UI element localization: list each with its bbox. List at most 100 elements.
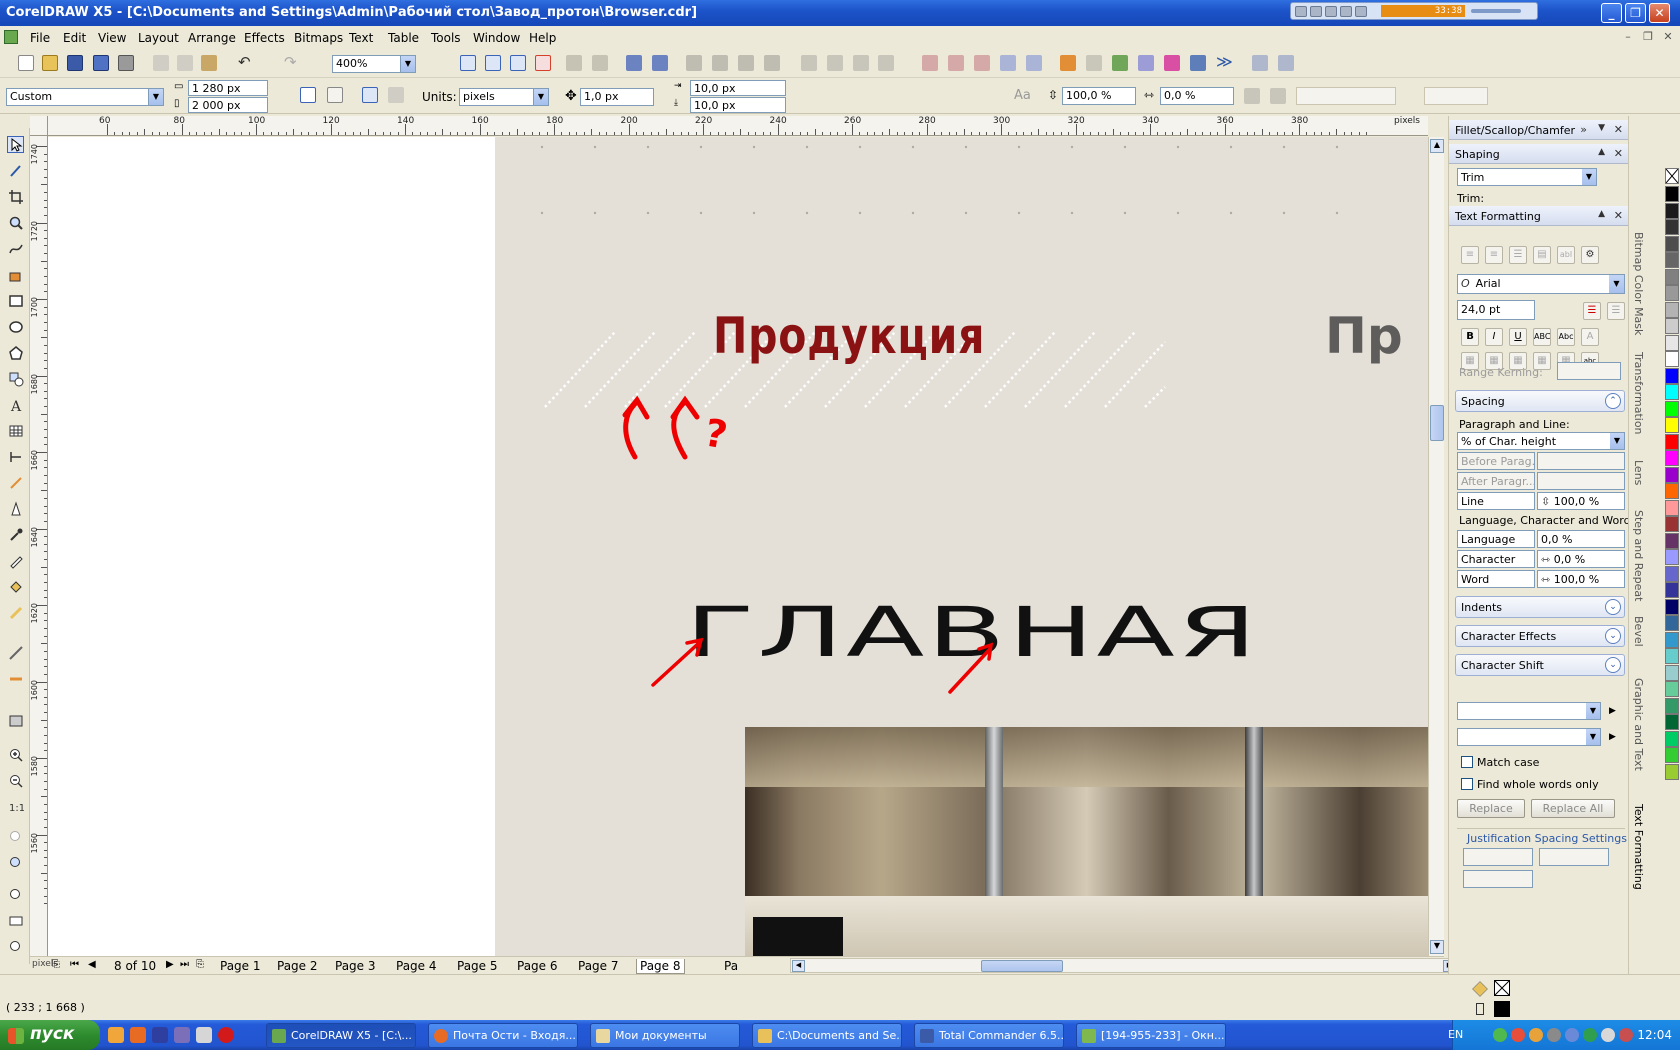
font-family-select[interactable]: O Arial ▼ <box>1457 274 1625 294</box>
color-swatch[interactable] <box>1665 466 1679 483</box>
first-page-icon[interactable]: ⏮ <box>70 959 79 974</box>
menu-file[interactable]: File <box>30 31 50 45</box>
screen-icon[interactable] <box>1190 55 1206 71</box>
docker-tab-lens[interactable]: Lens <box>1632 460 1645 485</box>
mdi-close-icon[interactable]: ✕ <box>1660 30 1676 44</box>
color-swatch[interactable] <box>1665 318 1679 334</box>
color-swatch[interactable] <box>1665 384 1679 400</box>
task-total-commander[interactable]: Total Commander 6.5... <box>914 1023 1064 1048</box>
color-swatch[interactable] <box>1665 532 1679 549</box>
color-swatch[interactable] <box>1665 483 1679 499</box>
mdi-restore-icon[interactable]: ❐ <box>1640 30 1656 44</box>
close-button[interactable]: ✕ <box>1649 3 1670 23</box>
alignment-icon[interactable]: abl <box>1557 246 1575 264</box>
zoom-tool-icon[interactable] <box>7 214 24 231</box>
color-swatch[interactable] <box>1665 582 1679 598</box>
no-color-swatch[interactable] <box>1665 168 1679 184</box>
replace-button[interactable]: Replace <box>1457 799 1525 818</box>
polygon-tool-icon[interactable] <box>7 344 24 361</box>
bitmap-icon[interactable] <box>1112 55 1128 71</box>
color-swatch[interactable] <box>1665 615 1679 631</box>
color-swatch[interactable] <box>1665 450 1679 466</box>
minimize-button[interactable]: _ <box>1601 3 1622 23</box>
maximize-button[interactable]: ❐ <box>1625 3 1646 23</box>
shaping-mode-select[interactable]: Trim ▼ <box>1457 168 1597 186</box>
find-text-select[interactable]: ▼ <box>1457 702 1601 720</box>
firefox-icon[interactable] <box>130 1027 146 1043</box>
color-swatch[interactable] <box>1665 549 1679 565</box>
character-shift-section[interactable]: Character Shift ⌄ <box>1455 654 1625 676</box>
smallcaps-icon[interactable]: Abc <box>1557 328 1575 346</box>
color-swatch[interactable] <box>1665 598 1679 615</box>
docker-tab-bevel[interactable]: Bevel <box>1632 616 1645 647</box>
add-page-end-icon[interactable]: ⎘ <box>196 959 204 974</box>
page-tab[interactable]: Page 5 <box>457 959 498 974</box>
drop-cap-icon[interactable]: ▤ <box>1533 246 1551 264</box>
basic-shapes-icon[interactable] <box>7 370 24 387</box>
scroll-left-icon[interactable]: ◀ <box>792 960 805 972</box>
full-screen-icon[interactable] <box>878 55 894 71</box>
drawing-canvas[interactable]: Продукция Пр ГЛАВНАЯ ? <box>48 137 1428 956</box>
menu-arrange[interactable]: Arrange <box>188 31 236 45</box>
color-swatch[interactable] <box>1665 631 1679 648</box>
all-pages-icon[interactable] <box>362 87 378 103</box>
ellipse-tool-icon[interactable] <box>7 318 24 335</box>
zoom-page-icon[interactable] <box>7 886 24 903</box>
task-coreldraw[interactable]: CorelDRAW X5 - [C:\... <box>266 1023 416 1048</box>
fill-indicator-icon[interactable] <box>1472 981 1488 997</box>
whole-words-checkbox[interactable] <box>1461 778 1473 790</box>
chevron-up-icon[interactable]: ▲ <box>1598 209 1605 219</box>
outline-swatch[interactable] <box>1494 1001 1510 1017</box>
tray-icon[interactable] <box>1583 1028 1597 1042</box>
volume-slider[interactable] <box>1471 9 1521 13</box>
color-swatch[interactable] <box>1665 268 1679 285</box>
nav-next-icon[interactable] <box>592 55 608 71</box>
zoom-actual-icon[interactable]: 1:1 <box>7 798 25 815</box>
close-icon[interactable]: ✕ <box>1614 209 1623 222</box>
connector-tool-icon[interactable] <box>7 474 24 491</box>
export-icon[interactable] <box>652 55 668 71</box>
color-swatch[interactable] <box>1665 648 1679 664</box>
page-preset-select[interactable]: Custom ▼ <box>6 88 164 106</box>
pick-tool-icon[interactable] <box>7 136 24 153</box>
play-arrow-icon[interactable]: ▶ <box>1609 706 1616 716</box>
color-swatch[interactable] <box>1665 351 1679 367</box>
line-spacing-input[interactable]: 100,0 % <box>1062 87 1136 105</box>
play-arrow-icon[interactable]: ▶ <box>1609 732 1616 742</box>
save-icon[interactable] <box>67 55 83 71</box>
menu-text[interactable]: Text <box>349 31 373 45</box>
close-icon[interactable]: ✕ <box>1614 123 1623 136</box>
page-tab[interactable]: Page 1 <box>220 959 261 974</box>
color-swatch[interactable] <box>1665 417 1679 433</box>
next-page-icon[interactable]: ▶ <box>166 959 174 974</box>
font-list2-icon[interactable]: ☰ <box>1607 302 1625 320</box>
cut-icon[interactable] <box>153 55 169 71</box>
scroll-up-icon[interactable]: ▲ <box>1430 139 1444 153</box>
character-spacing-input[interactable]: ⇿ 0,0 % <box>1537 550 1625 568</box>
zoom-level-select[interactable]: 400% ▼ <box>332 55 416 73</box>
paste-icon[interactable] <box>201 55 217 71</box>
bullet-list-icon[interactable]: ☰ <box>1509 246 1527 264</box>
font-list-icon[interactable]: ☰ <box>1583 302 1601 320</box>
current-page-icon[interactable] <box>388 87 404 103</box>
zoom-width-icon[interactable] <box>7 912 24 929</box>
text-settings-icon[interactable]: ⚙ <box>1581 246 1599 264</box>
close-icon[interactable]: ✕ <box>1614 147 1623 160</box>
object-manager-icon[interactable] <box>7 712 24 729</box>
mdi-minimize-icon[interactable]: – <box>1620 30 1636 44</box>
color-swatch[interactable] <box>1665 400 1679 417</box>
menu-edit[interactable]: Edit <box>63 31 86 45</box>
group-icon[interactable] <box>686 55 702 71</box>
eyedropper-tool-icon[interactable] <box>7 526 24 543</box>
language-indicator[interactable]: EN <box>1448 1028 1463 1041</box>
chevron-up-icon[interactable]: ⌃ <box>1605 393 1621 409</box>
quicklaunch-icon[interactable] <box>174 1027 190 1043</box>
task-window[interactable]: [194-955-233] - Окн... <box>1076 1023 1226 1048</box>
color-swatch[interactable] <box>1665 714 1679 730</box>
save-as-icon[interactable] <box>93 55 109 71</box>
outline-indicator-icon[interactable] <box>1476 1003 1484 1015</box>
fill-tool-icon[interactable] <box>7 578 24 595</box>
duplicate-x-input[interactable]: 10,0 px <box>690 80 786 96</box>
table-tool-icon[interactable] <box>7 422 24 439</box>
nav-prev-icon[interactable] <box>566 55 582 71</box>
